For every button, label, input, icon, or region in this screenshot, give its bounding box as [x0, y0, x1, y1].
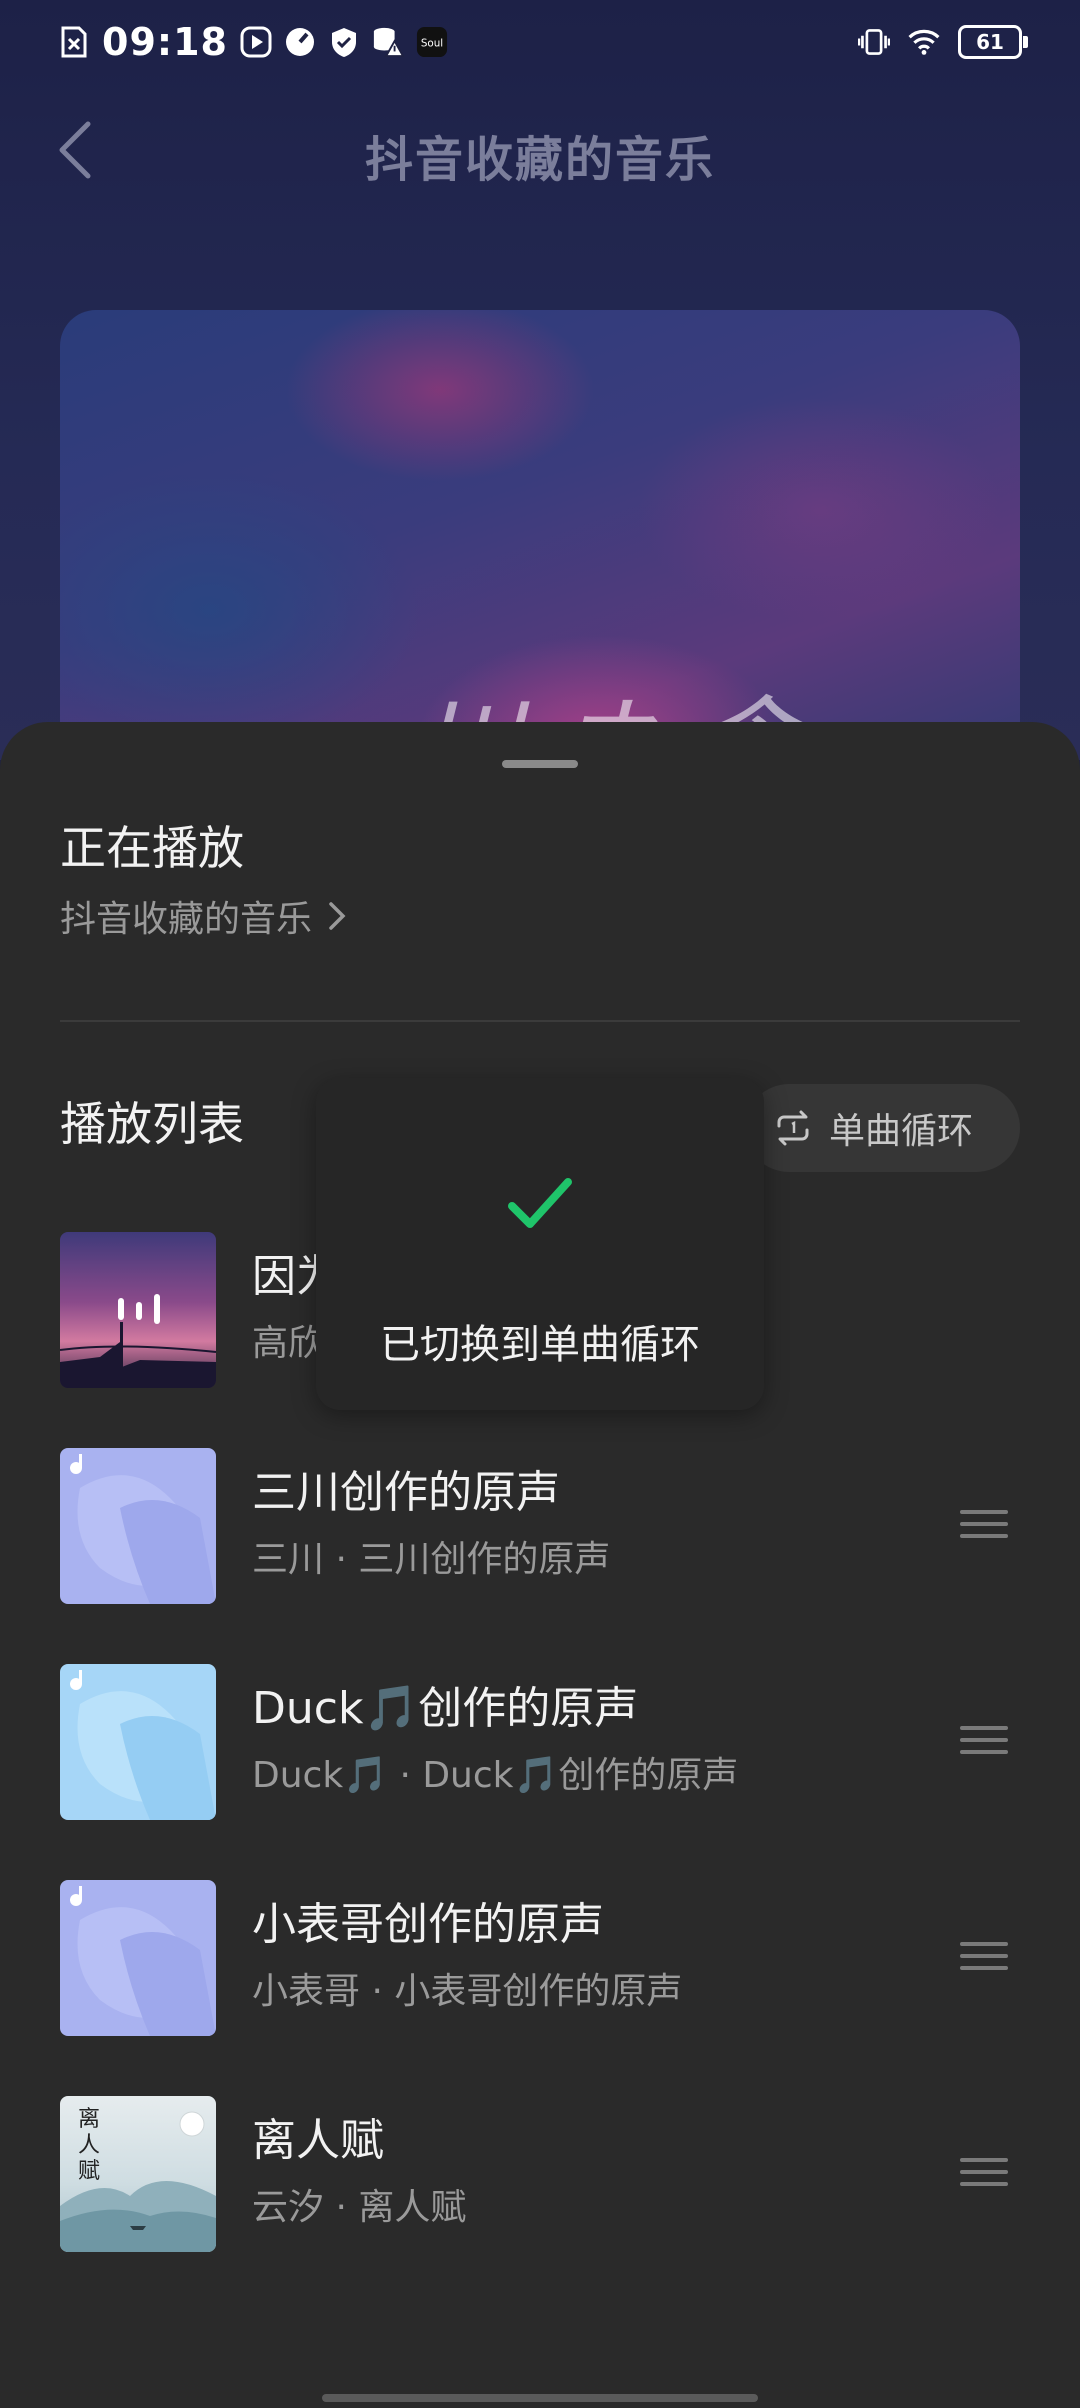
drag-handle-icon[interactable] [960, 1942, 1008, 1972]
playlist-label: 播放列表 [60, 1097, 244, 1151]
svg-text:离: 离 [78, 2107, 100, 2132]
database-warning-icon [372, 26, 404, 58]
song-thumbnail [60, 1880, 216, 2036]
song-thumbnail [60, 1664, 216, 1820]
song-subtitle: 小表哥 · 小表哥创作的原声 [252, 1971, 683, 2012]
shield-icon [328, 26, 360, 58]
drag-handle-icon[interactable] [960, 2158, 1008, 2188]
drag-handle-icon[interactable] [960, 1726, 1008, 1756]
drag-handle-icon[interactable] [960, 1510, 1008, 1540]
svg-text:人: 人 [78, 2133, 100, 2158]
song-subtitle: Duck🎵 · Duck🎵创作的原声 [252, 1755, 739, 1796]
song-title: Duck🎵创作的原声 [252, 1683, 639, 1734]
loop-mode-label: 单曲循环 [829, 1111, 974, 1152]
divider [60, 1020, 1020, 1022]
vibrate-icon [858, 26, 890, 58]
status-time: 09:18 [102, 20, 228, 64]
header: 抖音收藏的音乐 [0, 110, 1080, 190]
music-note-icon [70, 1886, 82, 1906]
battery-level: 61 [976, 30, 1004, 54]
now-playing-sheet: 正在播放 抖音收藏的音乐 播放列表 单曲循环 因为 高欣 三川创作的原声 三川 … [0, 722, 1080, 2408]
sheet-handle[interactable] [502, 760, 578, 768]
music-note-icon [70, 1670, 82, 1690]
wifi-icon [908, 26, 940, 58]
song-row[interactable]: 离 人 赋 离人赋 云汐 · 离人赋 [0, 2096, 1080, 2256]
song-row[interactable]: 三川创作的原声 三川 · 三川创作的原声 [0, 1448, 1080, 1608]
status-left: 09:18 Soul [58, 20, 448, 64]
toast: 已切换到单曲循环 [316, 1078, 764, 1410]
song-thumbnail [60, 1232, 216, 1388]
speed-icon [284, 26, 316, 58]
song-title: 离人赋 [252, 2115, 384, 2166]
song-subtitle: 云汐 · 离人赋 [252, 2187, 467, 2228]
song-thumbnail [60, 1448, 216, 1604]
page-title: 抖音收藏的音乐 [364, 132, 715, 188]
playlist-source-name: 抖音收藏的音乐 [60, 899, 313, 940]
song-row[interactable]: 小表哥创作的原声 小表哥 · 小表哥创作的原声 [0, 1880, 1080, 2040]
music-note-icon [70, 1454, 82, 1474]
repeat-one-icon [777, 1110, 809, 1146]
loop-mode-button[interactable]: 单曲循环 [745, 1084, 1020, 1172]
play-icon [240, 26, 272, 58]
playlist-source-link[interactable]: 抖音收藏的音乐 [60, 890, 348, 942]
chevron-right-icon [329, 902, 346, 930]
song-subtitle: 高欣 [252, 1323, 325, 1364]
now-playing-label: 正在播放 [60, 821, 244, 875]
svg-text:赋: 赋 [78, 2159, 100, 2184]
song-title: 小表哥创作的原声 [252, 1899, 604, 1950]
check-icon [508, 1178, 572, 1228]
equalizer-icon [118, 1294, 160, 1324]
song-row[interactable]: Duck🎵创作的原声 Duck🎵 · Duck🎵创作的原声 [0, 1664, 1080, 1824]
soul-app-icon: Soul [416, 26, 448, 58]
song-thumbnail: 离 人 赋 [60, 2096, 216, 2252]
close-box-icon [58, 26, 90, 58]
battery-icon: 61 [958, 25, 1028, 59]
status-right: 61 [858, 20, 1028, 64]
song-subtitle: 三川 · 三川创作的原声 [252, 1539, 611, 1580]
status-bar: 09:18 Soul 61 [0, 0, 1080, 84]
home-indicator[interactable] [322, 2394, 758, 2402]
song-title: 三川创作的原声 [252, 1467, 560, 1518]
toast-message: 已切换到单曲循环 [380, 1322, 700, 1368]
svg-text:Soul: Soul [421, 38, 443, 50]
